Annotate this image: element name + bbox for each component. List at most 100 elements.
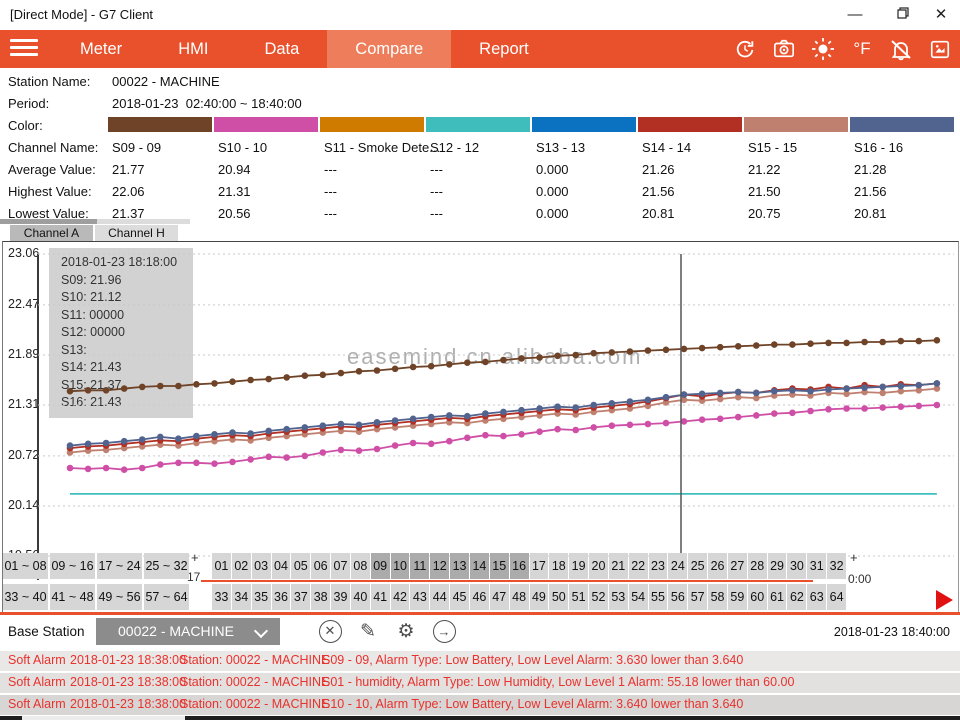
channel-button-53[interactable]: 53 bbox=[609, 584, 628, 610]
channel-button-31[interactable]: 31 bbox=[807, 553, 826, 579]
close-button[interactable]: ✕ bbox=[922, 0, 960, 30]
channel-button-11[interactable]: 11 bbox=[410, 553, 429, 579]
channel-button-10[interactable]: 10 bbox=[391, 553, 410, 579]
bottom-scrollbar[interactable] bbox=[0, 716, 960, 720]
channel-group-button-41-48[interactable]: 41 ~ 48 bbox=[50, 584, 95, 610]
channel-button-37[interactable]: 37 bbox=[291, 584, 310, 610]
channel-button-35[interactable]: 35 bbox=[252, 584, 271, 610]
edit-pencil-icon[interactable]: ✎ bbox=[356, 619, 380, 643]
channel-button-44[interactable]: 44 bbox=[430, 584, 449, 610]
channel-group-button-49-56[interactable]: 49 ~ 56 bbox=[97, 584, 142, 610]
menu-item-report[interactable]: Report bbox=[451, 30, 557, 68]
channel-button-02[interactable]: 02 bbox=[232, 553, 251, 579]
channel-button-40[interactable]: 40 bbox=[351, 584, 370, 610]
cancel-circle-icon[interactable]: ✕ bbox=[318, 619, 342, 643]
table-scrollbar[interactable] bbox=[0, 219, 190, 224]
channel-button-21[interactable]: 21 bbox=[609, 553, 628, 579]
channel-button-29[interactable]: 29 bbox=[768, 553, 787, 579]
channel-button-23[interactable]: 23 bbox=[649, 553, 668, 579]
channel-button-34[interactable]: 34 bbox=[232, 584, 251, 610]
channel-button-14[interactable]: 14 bbox=[470, 553, 489, 579]
channel-button-51[interactable]: 51 bbox=[569, 584, 588, 610]
channel-group-button-01-08[interactable]: 01 ~ 08 bbox=[3, 553, 48, 579]
channel-button-20[interactable]: 20 bbox=[589, 553, 608, 579]
channel-button-39[interactable]: 39 bbox=[331, 584, 350, 610]
channel-button-06[interactable]: 06 bbox=[311, 553, 330, 579]
plus-mark-left[interactable]: + bbox=[191, 550, 199, 565]
channel-button-59[interactable]: 59 bbox=[728, 584, 747, 610]
channel-button-62[interactable]: 62 bbox=[787, 584, 806, 610]
next-page-arrow-button[interactable] bbox=[936, 590, 953, 610]
channel-button-58[interactable]: 58 bbox=[708, 584, 727, 610]
channel-button-49[interactable]: 49 bbox=[530, 584, 549, 610]
channel-group-button-17-24[interactable]: 17 ~ 24 bbox=[97, 553, 142, 579]
channel-button-64[interactable]: 64 bbox=[827, 584, 846, 610]
tab-channel-h[interactable]: Channel H bbox=[95, 225, 178, 241]
channel-button-18[interactable]: 18 bbox=[549, 553, 568, 579]
hamburger-menu-icon[interactable] bbox=[10, 39, 38, 59]
channel-button-07[interactable]: 07 bbox=[331, 553, 350, 579]
channel-button-17[interactable]: 17 bbox=[530, 553, 549, 579]
channel-button-48[interactable]: 48 bbox=[510, 584, 529, 610]
base-station-dropdown[interactable]: 00022 - MACHINE bbox=[96, 618, 280, 645]
channel-button-24[interactable]: 24 bbox=[668, 553, 687, 579]
brightness-icon[interactable] bbox=[811, 37, 835, 61]
channel-button-15[interactable]: 15 bbox=[490, 553, 509, 579]
channel-button-05[interactable]: 05 bbox=[291, 553, 310, 579]
channel-button-43[interactable]: 43 bbox=[410, 584, 429, 610]
channel-button-12[interactable]: 12 bbox=[430, 553, 449, 579]
channel-button-60[interactable]: 60 bbox=[748, 584, 767, 610]
channel-button-55[interactable]: 55 bbox=[649, 584, 668, 610]
channel-button-09[interactable]: 09 bbox=[371, 553, 390, 579]
channel-button-30[interactable]: 30 bbox=[787, 553, 806, 579]
minimize-button[interactable]: — bbox=[836, 0, 874, 30]
channel-button-01[interactable]: 01 bbox=[212, 553, 231, 579]
table-scrollbar-thumb[interactable] bbox=[0, 219, 97, 224]
maximize-button[interactable] bbox=[884, 0, 922, 30]
channel-button-04[interactable]: 04 bbox=[272, 553, 291, 579]
channel-button-54[interactable]: 54 bbox=[629, 584, 648, 610]
go-arrow-icon[interactable]: → bbox=[432, 619, 456, 643]
channel-button-16[interactable]: 16 bbox=[510, 553, 529, 579]
channel-button-61[interactable]: 61 bbox=[768, 584, 787, 610]
channel-button-33[interactable]: 33 bbox=[212, 584, 231, 610]
channel-group-button-09-16[interactable]: 09 ~ 16 bbox=[50, 553, 95, 579]
channel-button-36[interactable]: 36 bbox=[272, 584, 291, 610]
menu-item-hmi[interactable]: HMI bbox=[150, 30, 236, 68]
channel-button-22[interactable]: 22 bbox=[629, 553, 648, 579]
channel-button-25[interactable]: 25 bbox=[688, 553, 707, 579]
channel-button-47[interactable]: 47 bbox=[490, 584, 509, 610]
channel-group-button-25-32[interactable]: 25 ~ 32 bbox=[144, 553, 189, 579]
tab-channel-a[interactable]: Channel A bbox=[10, 225, 93, 241]
channel-button-32[interactable]: 32 bbox=[827, 553, 846, 579]
channel-button-56[interactable]: 56 bbox=[668, 584, 687, 610]
channel-button-27[interactable]: 27 bbox=[728, 553, 747, 579]
alarm-row-0[interactable]: Soft Alarm2018-01-23 18:38:00Station: 00… bbox=[0, 651, 960, 671]
channel-button-52[interactable]: 52 bbox=[589, 584, 608, 610]
channel-button-19[interactable]: 19 bbox=[569, 553, 588, 579]
channel-button-03[interactable]: 03 bbox=[252, 553, 271, 579]
channel-button-26[interactable]: 26 bbox=[708, 553, 727, 579]
history-icon[interactable] bbox=[733, 37, 757, 61]
channel-button-38[interactable]: 38 bbox=[311, 584, 330, 610]
channel-button-45[interactable]: 45 bbox=[450, 584, 469, 610]
channel-button-08[interactable]: 08 bbox=[351, 553, 370, 579]
channel-button-41[interactable]: 41 bbox=[371, 584, 390, 610]
channel-button-63[interactable]: 63 bbox=[807, 584, 826, 610]
channel-button-57[interactable]: 57 bbox=[688, 584, 707, 610]
channel-group-button-57-64[interactable]: 57 ~ 64 bbox=[144, 584, 189, 610]
channel-button-42[interactable]: 42 bbox=[391, 584, 410, 610]
menu-item-data[interactable]: Data bbox=[236, 30, 327, 68]
alarm-row-1[interactable]: Soft Alarm2018-01-23 18:38:00Station: 00… bbox=[0, 673, 960, 693]
menu-item-compare[interactable]: Compare bbox=[327, 30, 451, 68]
channel-group-button-33-40[interactable]: 33 ~ 40 bbox=[3, 584, 48, 610]
channel-button-13[interactable]: 13 bbox=[450, 553, 469, 579]
bottom-scrollbar-thumb[interactable] bbox=[22, 716, 185, 720]
channel-button-50[interactable]: 50 bbox=[549, 584, 568, 610]
menu-item-meter[interactable]: Meter bbox=[52, 30, 150, 68]
channel-button-28[interactable]: 28 bbox=[748, 553, 767, 579]
camera-icon[interactable] bbox=[772, 37, 796, 61]
fahrenheit-icon[interactable]: °F bbox=[850, 37, 874, 61]
alarm-mute-icon[interactable] bbox=[889, 37, 913, 61]
plus-mark-right[interactable]: + bbox=[850, 550, 858, 565]
